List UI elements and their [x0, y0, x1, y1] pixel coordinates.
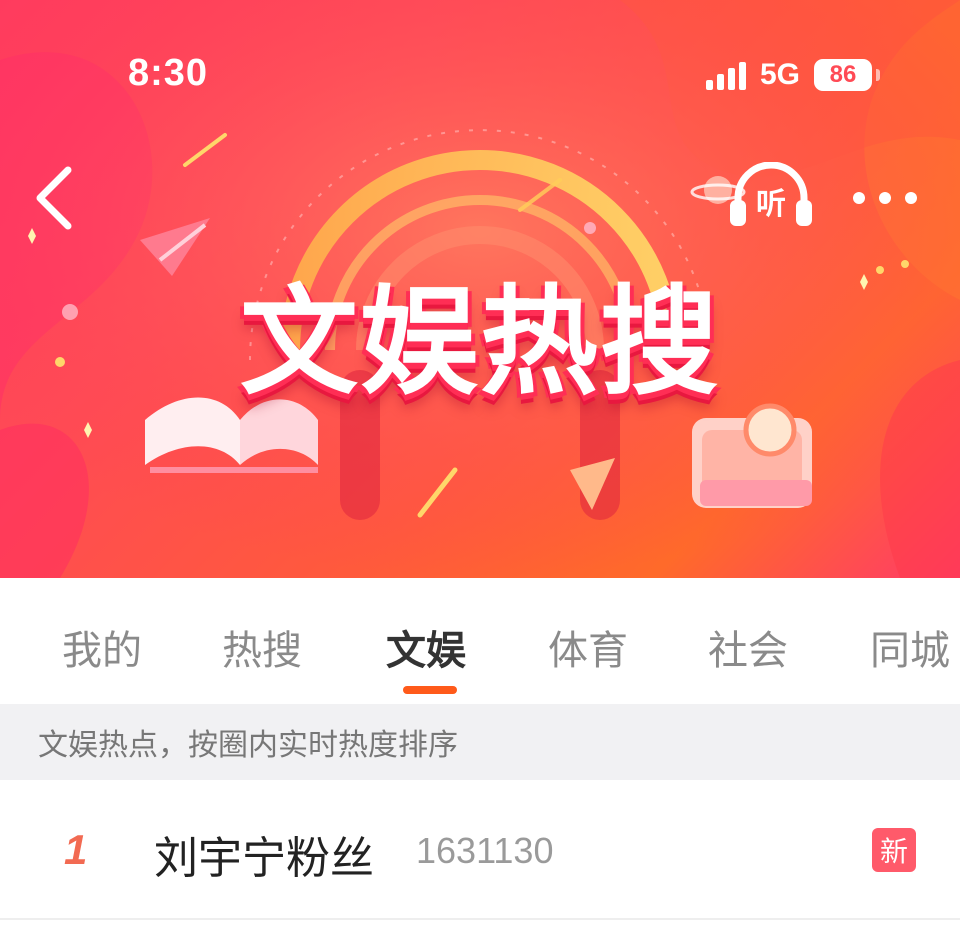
hero-title: 文娱热搜: [239, 273, 720, 411]
new-badge: 新: [872, 828, 916, 872]
more-button[interactable]: [845, 178, 925, 218]
hot-search-list: 1 刘宇宁粉丝 1631130: [0, 780, 960, 920]
tab-local[interactable]: 同城: [870, 618, 950, 676]
status-indicators: 5G 86: [705, 58, 880, 92]
back-button[interactable]: [28, 160, 88, 236]
headphones-icon: 听: [730, 161, 812, 226]
listen-label: 听: [756, 187, 786, 222]
status-time: 8:30: [128, 52, 209, 94]
network-label: 5G: [759, 58, 800, 91]
tab-mine[interactable]: 我的: [62, 618, 142, 676]
tab-entertainment[interactable]: 文娱: [386, 618, 466, 676]
heat-value: 1631130: [416, 830, 554, 871]
tab-sports[interactable]: 体育: [548, 618, 628, 676]
more-dot: [853, 192, 865, 204]
section-description: 文娱热点，按圈内实时热度排序: [0, 704, 960, 780]
listen-button[interactable]: 听: [726, 161, 816, 230]
hero-banner: 8:30 5G 86 听 文娱热搜: [0, 0, 960, 578]
tab-society[interactable]: 社会: [708, 618, 788, 676]
battery-icon: 86: [814, 59, 880, 91]
active-tab-indicator: [403, 686, 457, 694]
category-tabs: 我的 热搜 文娱 体育 社会 同城: [0, 578, 960, 704]
signal-strength-icon: [705, 60, 746, 90]
tab-hot-search[interactable]: 热搜: [222, 618, 302, 676]
more-dot: [879, 192, 891, 204]
more-dot: [905, 192, 917, 204]
chevron-left-icon: [36, 166, 72, 230]
list-item[interactable]: 1 刘宇宁粉丝 1631130: [0, 780, 960, 920]
rank-number: 1: [64, 826, 88, 873]
topic-title: 刘宇宁粉丝: [154, 833, 374, 884]
